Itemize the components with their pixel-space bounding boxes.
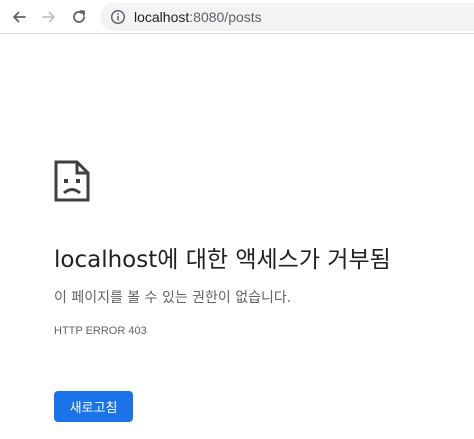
back-button[interactable] (6, 4, 32, 30)
forward-button[interactable] (36, 4, 62, 30)
address-bar[interactable]: localhost:8080/posts (100, 3, 474, 31)
arrow-right-icon (41, 9, 57, 25)
error-description: 이 페이지를 볼 수 있는 권한이 없습니다. (54, 290, 292, 306)
reload-toolbar-button[interactable] (66, 4, 92, 30)
info-icon[interactable] (110, 9, 126, 25)
url-host: localhost (134, 9, 190, 25)
reload-icon (71, 9, 87, 25)
error-code: HTTP ERROR 403 (54, 325, 147, 337)
reload-button[interactable]: 새로고침 (54, 391, 133, 422)
page-title: localhost에 대한 액세스가 거부됨 (54, 247, 391, 273)
arrow-left-icon (11, 9, 27, 25)
browser-toolbar: localhost:8080/posts (0, 0, 474, 34)
broken-document-icon (54, 160, 90, 206)
url-path: :8080/posts (189, 9, 262, 25)
